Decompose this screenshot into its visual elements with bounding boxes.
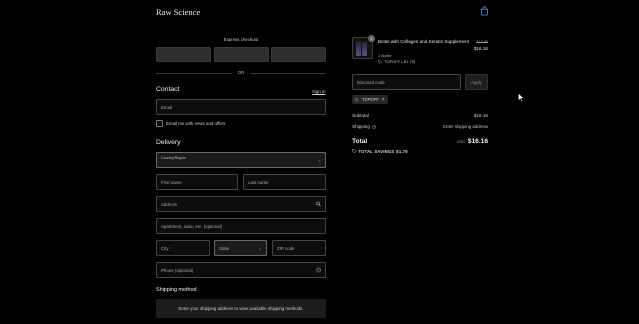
shipping-method-notice: Enter your shipping address to view avai… — [156, 299, 326, 318]
currency-code: USD — [456, 140, 465, 144]
email-field[interactable]: Email — [156, 99, 326, 115]
total-label: Total — [352, 138, 368, 145]
subtotal-value: $16.16 — [473, 113, 488, 118]
state-label: State — [219, 245, 230, 251]
divider-line — [250, 73, 326, 74]
shipping-method-heading: Shipping method — [156, 287, 197, 293]
phone-placeholder: Phone (optional) — [161, 267, 194, 273]
store-brand[interactable]: Raw Science — [156, 7, 200, 17]
last-name-placeholder: Last name — [248, 179, 269, 185]
sign-in-link[interactable]: Sign in — [312, 89, 325, 94]
chevron-down-icon: ⌄ — [258, 245, 262, 251]
country-label: Country/Region — [161, 156, 186, 160]
subtotal-label: Subtotal — [352, 113, 369, 118]
svg-text:?: ? — [318, 268, 320, 272]
express-pay-button-3[interactable] — [271, 47, 326, 62]
shipping-label: Shipping — [352, 124, 370, 129]
or-divider: OR — [156, 70, 326, 76]
shipping-value: Enter shipping address — [443, 124, 488, 129]
product-image — [356, 42, 361, 56]
chevron-down-icon: ⌄ — [317, 157, 321, 163]
total-savings: TOTAL SAVINGS $1.79 — [352, 149, 408, 154]
email-placeholder: Email — [161, 104, 172, 110]
address-field[interactable]: Address — [156, 196, 326, 212]
last-name-field[interactable]: Last name — [243, 174, 326, 190]
product-variant: 1 Bottle — [378, 53, 392, 58]
country-select[interactable]: Country/Region ⌄ — [156, 152, 326, 168]
product-discount-label: TOPOFF (-$1.79) — [384, 59, 416, 64]
delivery-heading: Delivery — [156, 139, 181, 146]
savings-label: TOTAL SAVINGS — [358, 149, 395, 154]
tag-icon — [352, 149, 357, 154]
newsletter-option[interactable]: Email me with news and offers — [156, 120, 225, 127]
address-placeholder: Address — [161, 201, 178, 207]
original-price: $17.95 — [476, 40, 488, 44]
total-row: Total USD $16.16 — [352, 138, 488, 145]
search-icon[interactable] — [316, 201, 321, 207]
apply-discount-button[interactable]: Apply — [465, 74, 488, 90]
applied-discount-tag: TOPOFF × — [352, 95, 388, 104]
newsletter-checkbox[interactable] — [156, 120, 163, 127]
express-pay-button-2[interactable] — [214, 47, 269, 62]
zip-placeholder: ZIP code — [277, 245, 295, 251]
subtotal-row: Subtotal $16.16 — [352, 113, 488, 118]
product-discount: TOPOFF (-$1.79) — [378, 59, 415, 64]
city-placeholder: City — [161, 245, 169, 251]
tag-icon — [355, 97, 359, 102]
product-thumbnail: 1 — [352, 35, 375, 59]
product-name: Biotin with Collagen and Keratin Supplem… — [378, 39, 469, 44]
shipping-method-message: Enter your shipping address to view avai… — [178, 306, 304, 311]
applied-discount-code: TOPOFF — [362, 97, 379, 102]
contact-heading: Contact — [156, 86, 180, 93]
apartment-field[interactable]: Apartment, suite, etc. (optional) — [156, 218, 326, 234]
phone-field[interactable]: Phone (optional) ? — [156, 262, 326, 278]
mouse-cursor-icon — [518, 93, 524, 102]
newsletter-label: Email me with news and offers — [166, 121, 226, 126]
zip-field[interactable]: ZIP code — [272, 240, 326, 256]
tag-icon — [378, 59, 382, 64]
help-icon[interactable]: ? — [316, 267, 321, 273]
first-name-placeholder: First name — [161, 179, 182, 185]
shopping-bag-icon[interactable] — [480, 6, 489, 16]
state-select[interactable]: State ⌄ — [214, 240, 267, 256]
shipping-row: Shipping ? Enter shipping address — [352, 124, 488, 129]
help-icon[interactable]: ? — [372, 124, 377, 129]
express-checkout-title: Express checkout — [223, 37, 259, 42]
current-price: $16.16 — [473, 46, 488, 51]
savings-value: $1.79 — [396, 149, 408, 154]
remove-discount-icon[interactable]: × — [382, 97, 385, 103]
quantity-badge: 1 — [368, 35, 375, 42]
express-pay-button-1[interactable] — [156, 47, 211, 62]
apartment-placeholder: Apartment, suite, etc. (optional) — [161, 223, 223, 229]
discount-code-input[interactable]: Discount code — [352, 74, 461, 90]
product-image — [362, 42, 367, 56]
total-value: $16.16 — [467, 138, 488, 145]
city-field[interactable]: City — [156, 240, 210, 256]
discount-code-placeholder: Discount code — [357, 79, 385, 85]
first-name-field[interactable]: First name — [156, 174, 238, 190]
